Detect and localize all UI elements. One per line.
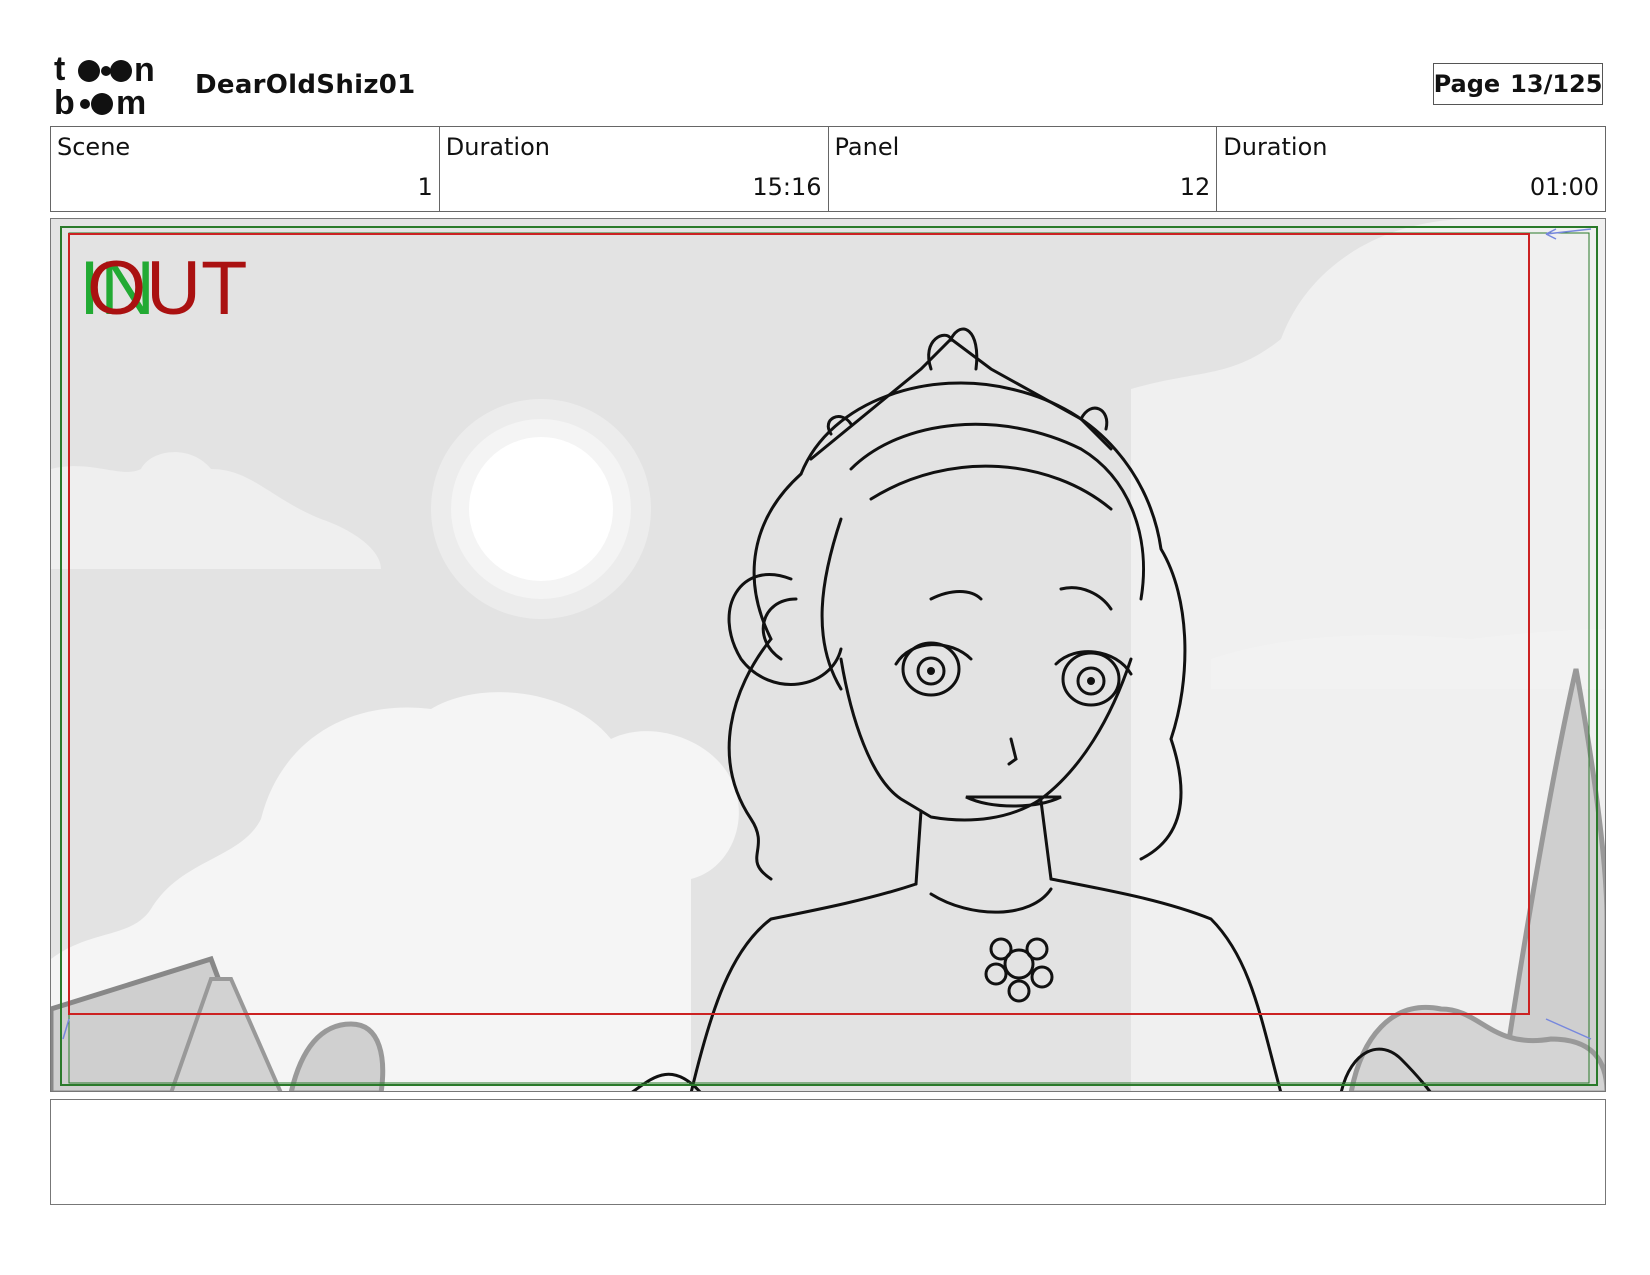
svg-text:m: m	[116, 84, 146, 118]
panel-duration-value: 01:00	[1529, 173, 1599, 201]
scene-value: 1	[417, 173, 433, 201]
panel-drawing	[51, 219, 1605, 1091]
page-value: 13/125	[1510, 70, 1603, 98]
out-marker: OUT	[87, 246, 248, 331]
page-label: Page	[1433, 70, 1501, 98]
notes-box	[50, 1099, 1606, 1205]
page-indicator: Page 13/125	[1433, 63, 1603, 105]
scene-duration-value: 15:16	[752, 173, 822, 201]
panel-label: Panel	[834, 133, 900, 161]
storyboard-panel: IN OUT	[50, 218, 1606, 1092]
scene-cell: Scene 1	[51, 127, 440, 211]
project-title: DearOldShiz01	[195, 70, 416, 100]
svg-text:t: t	[54, 54, 65, 88]
panel-duration-cell: Duration 01:00	[1217, 127, 1605, 211]
svg-text:b: b	[54, 84, 75, 118]
scene-duration-label: Duration	[445, 133, 550, 161]
panel-cell: Panel 12	[829, 127, 1218, 211]
scene-label: Scene	[57, 133, 131, 161]
scene-duration-cell: Duration 15:16	[440, 127, 829, 211]
panel-duration-label: Duration	[1223, 133, 1328, 161]
panel-value: 12	[1179, 173, 1211, 201]
toon-boom-logo: t n b m	[54, 50, 174, 122]
scene-info-table: Scene 1 Duration 15:16 Panel 12 Duration…	[50, 126, 1606, 212]
